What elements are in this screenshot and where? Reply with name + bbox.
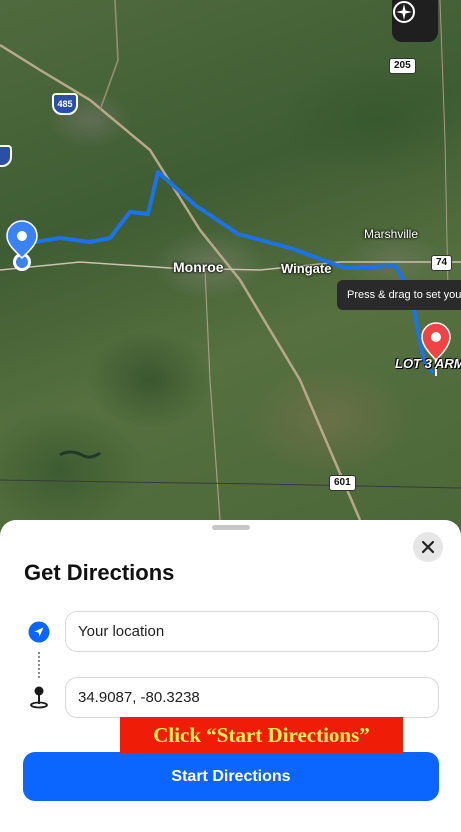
compass-icon — [393, 1, 415, 23]
place-label-marshville: Marshville — [364, 227, 419, 241]
instruction-annotation: Click “Start Directions” — [120, 717, 403, 753]
place-label-wingate: Wingate — [281, 261, 332, 276]
county-line — [0, 479, 461, 489]
sheet-grabber[interactable] — [212, 525, 250, 530]
highway-shield: 205 — [389, 58, 416, 74]
destination-input[interactable] — [65, 677, 439, 718]
highway-road — [0, 43, 362, 521]
road — [439, 0, 449, 291]
highway-shield: 601 — [329, 475, 356, 491]
compass-button[interactable] — [392, 0, 438, 42]
page-title: Get Directions — [24, 560, 175, 585]
interstate-shield: 485 — [52, 93, 78, 115]
navigation-arrow-icon — [28, 621, 50, 643]
origin-pin-icon[interactable] — [6, 220, 38, 271]
map-view[interactable]: 485 I 205 74 601 Monroe Wingate Marshvil… — [0, 0, 461, 560]
origin-input[interactable] — [65, 611, 439, 652]
destination-label: LOT 3 ARM — [395, 356, 461, 371]
close-icon — [421, 540, 435, 554]
route-connector — [38, 652, 40, 678]
start-directions-button[interactable]: Start Directions — [23, 752, 439, 801]
location-pin-icon — [30, 686, 48, 709]
drag-hint-tooltip: Press & drag to set your — [337, 280, 461, 310]
road — [204, 269, 221, 521]
place-label-monroe: Monroe — [173, 259, 224, 275]
directions-sheet: Get Directions Start Directions Click “S… — [0, 520, 461, 832]
lake — [59, 450, 101, 459]
road — [99, 0, 119, 111]
route-line — [20, 170, 434, 374]
highway-shield: 74 — [431, 255, 453, 271]
close-button[interactable] — [413, 532, 443, 562]
